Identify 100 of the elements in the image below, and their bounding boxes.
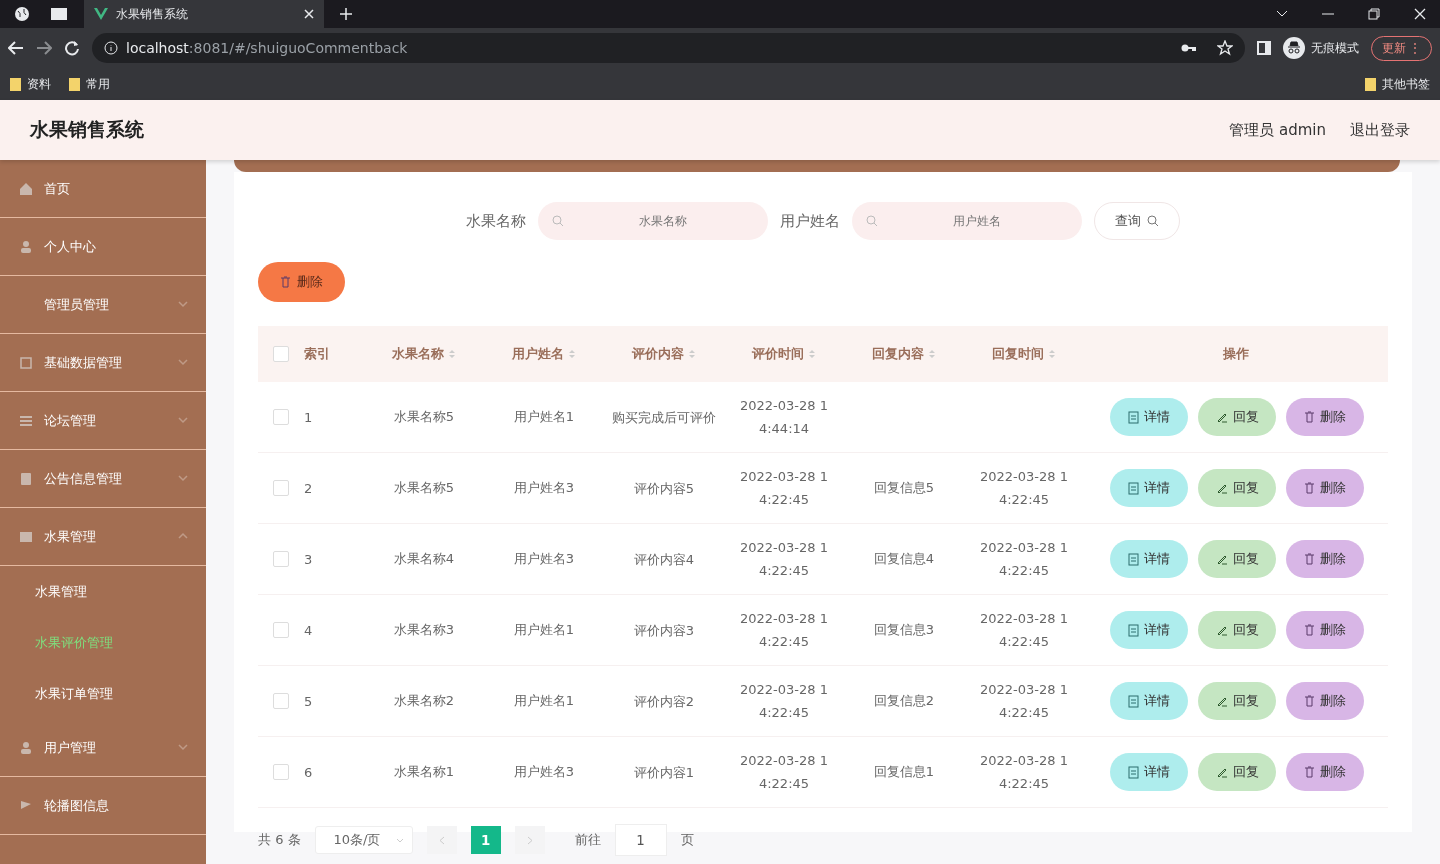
close-icon[interactable] <box>304 9 314 19</box>
field-label: 用户姓名 <box>780 211 840 231</box>
reply-button[interactable]: 回复 <box>1198 540 1276 578</box>
prev-page-button[interactable] <box>426 826 457 854</box>
column-header[interactable]: 水果名称 <box>364 345 484 363</box>
sort-icon[interactable] <box>808 348 816 360</box>
checkbox[interactable] <box>273 693 289 709</box>
sort-icon[interactable] <box>928 348 936 360</box>
sort-icon[interactable] <box>568 348 576 360</box>
search-field[interactable]: 用户姓名 <box>852 202 1082 240</box>
checkbox[interactable] <box>273 764 289 780</box>
bookmark-item[interactable]: 常用 <box>86 75 110 93</box>
goto-label: 前往 <box>574 831 601 849</box>
side-panel-icon[interactable] <box>1256 41 1271 55</box>
delete-button[interactable]: 删除 <box>1286 398 1364 436</box>
page-input[interactable]: 1 <box>614 824 667 856</box>
table-cell-text: 2022-03-28 14:22:45 <box>739 681 829 722</box>
detail-button[interactable]: 详情 <box>1110 611 1188 649</box>
sort-icon[interactable] <box>448 348 456 360</box>
delete-button[interactable]: 删除 <box>258 262 345 302</box>
chevron-right-icon <box>526 835 533 845</box>
update-button[interactable]: 更新 ⋮ <box>1370 35 1432 61</box>
reload-icon[interactable] <box>64 40 80 56</box>
table-cell-text: 2022-03-28 14:44:14 <box>739 397 829 438</box>
table-cell-text: 2022-03-28 14:22:45 <box>739 539 829 580</box>
column-header[interactable]: 评价时间 <box>724 345 844 363</box>
next-page-button[interactable] <box>514 826 545 854</box>
reply-button[interactable]: 回复 <box>1198 611 1276 649</box>
chevron-icon[interactable] <box>1276 10 1288 18</box>
info-icon <box>104 41 118 55</box>
detail-button[interactable]: 详情 <box>1110 682 1188 720</box>
back-icon[interactable] <box>8 41 24 55</box>
window-icon[interactable] <box>50 7 68 21</box>
table-cell: 水果名称1 <box>393 763 455 781</box>
address-bar[interactable]: localhost:8081/#/shuiguoCommentback <box>92 33 1245 63</box>
table-cell-text: 评价内容3 <box>632 621 696 640</box>
sort-icon[interactable] <box>1048 348 1056 360</box>
plus-icon[interactable] <box>340 8 352 20</box>
table-cell-text: 购买完成后可评价 <box>612 408 716 427</box>
table-cell: 回复信息5 <box>873 479 935 497</box>
key-icon[interactable] <box>1180 43 1197 53</box>
table-cell-text: 评价内容2 <box>632 692 696 711</box>
checkbox[interactable] <box>273 551 289 567</box>
page-size-select[interactable]: 10条/页 <box>314 826 413 854</box>
logout-link[interactable]: 退出登录 <box>1350 120 1410 140</box>
other-bookmarks[interactable]: 其他书签 <box>1382 75 1430 93</box>
table-cell: 用户姓名3 <box>513 550 575 568</box>
delete-button[interactable]: 删除 <box>1286 540 1364 578</box>
delete-button[interactable]: 删除 <box>1286 753 1364 791</box>
reply-button[interactable]: 回复 <box>1198 398 1276 436</box>
table-cell: 用户姓名3 <box>513 763 575 781</box>
reply-button[interactable]: 回复 <box>1198 753 1276 791</box>
chevron-icon <box>178 531 188 541</box>
sort-icon[interactable] <box>688 348 696 360</box>
column-header[interactable]: 评价内容 <box>604 345 724 363</box>
bookmark-item[interactable]: 资料 <box>27 75 51 93</box>
table-cell: 水果名称5 <box>393 408 455 426</box>
globe-icon[interactable] <box>14 6 30 22</box>
table-cell: 用户姓名1 <box>513 408 575 426</box>
column-header[interactable]: 用户姓名 <box>484 345 604 363</box>
search-icon <box>866 215 878 227</box>
folder-icon <box>10 77 21 91</box>
table-cell-text: 2022-03-28 14:22:45 <box>739 610 829 651</box>
delete-button[interactable]: 删除 <box>1286 469 1364 507</box>
reply-button[interactable]: 回复 <box>1198 469 1276 507</box>
folder-icon <box>69 77 80 91</box>
pencil-icon <box>1215 411 1228 423</box>
search-button[interactable]: 查询 <box>1094 202 1180 240</box>
detail-button[interactable]: 详情 <box>1110 469 1188 507</box>
reply-button[interactable]: 回复 <box>1198 682 1276 720</box>
trash-icon <box>1304 766 1315 778</box>
checkbox[interactable] <box>273 480 289 496</box>
detail-button[interactable]: 详情 <box>1110 540 1188 578</box>
table-cell: 回复信息1 <box>873 763 935 781</box>
folder-icon <box>1365 77 1376 91</box>
table-cell-text: 2022-03-28 14:22:45 <box>979 752 1069 793</box>
home-icon <box>18 180 34 197</box>
doc-icon <box>18 470 34 487</box>
search-field[interactable]: 水果名称 <box>538 202 768 240</box>
restore-icon[interactable] <box>1368 8 1380 20</box>
submenu-item[interactable]: 水果管理 <box>0 566 206 617</box>
submenu-item[interactable]: 水果订单管理 <box>0 668 206 719</box>
column-header[interactable]: 回复时间 <box>964 345 1084 363</box>
detail-button[interactable]: 详情 <box>1110 398 1188 436</box>
column-header[interactable]: 回复内容 <box>844 345 964 363</box>
forward-icon[interactable] <box>36 41 52 55</box>
close-icon[interactable] <box>1414 8 1426 20</box>
column-header: 操作 <box>1222 345 1250 363</box>
v-logo-icon <box>94 8 108 20</box>
delete-button[interactable]: 删除 <box>1286 611 1364 649</box>
delete-button[interactable]: 删除 <box>1286 682 1364 720</box>
star-icon[interactable] <box>1216 40 1233 56</box>
chevron-icon <box>395 837 404 843</box>
checkbox[interactable] <box>273 409 289 425</box>
checkbox[interactable] <box>273 346 289 362</box>
detail-button[interactable]: 详情 <box>1110 753 1188 791</box>
minimize-icon[interactable] <box>1322 13 1334 15</box>
incognito-badge[interactable]: 无痕模式 <box>1282 37 1359 59</box>
table-cell: 4 <box>304 622 313 638</box>
checkbox[interactable] <box>273 622 289 638</box>
